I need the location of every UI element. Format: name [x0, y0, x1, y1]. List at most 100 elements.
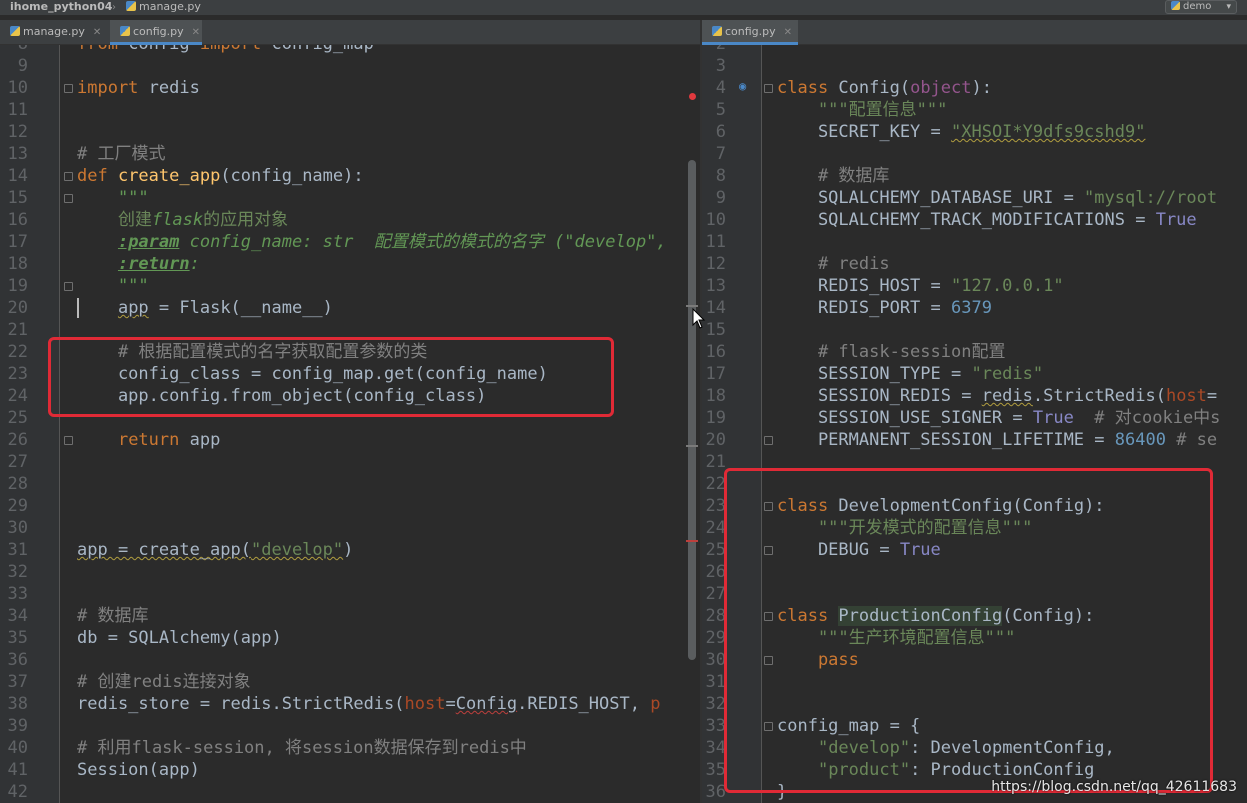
tab-label: manage.py: [23, 25, 85, 38]
fold-marker-icon[interactable]: [764, 84, 773, 93]
fold-marker-icon[interactable]: [64, 172, 73, 181]
code-line[interactable]: # 数据库: [77, 605, 148, 627]
code-line[interactable]: SESSION_REDIS = redis.StrictRedis(host=: [777, 385, 1217, 407]
code-line[interactable]: SQLALCHEMY_TRACK_MODIFICATIONS = True: [777, 209, 1197, 231]
left-editor-tabs: manage.py ✕ config.py ✕: [0, 20, 700, 45]
highlight-box: [48, 337, 614, 417]
code-line[interactable]: # 工厂模式: [77, 143, 165, 165]
fold-marker-icon[interactable]: [64, 84, 73, 93]
line-number: 19: [7, 276, 28, 296]
code-line[interactable]: REDIS_PORT = 6379: [777, 297, 992, 319]
code-line[interactable]: app = Flask(__name__): [77, 297, 333, 319]
line-number: 26: [705, 562, 726, 582]
line-number: 18: [7, 254, 28, 274]
code-line[interactable]: Session(app): [77, 759, 200, 781]
code-line[interactable]: # flask-session配置: [777, 341, 1006, 363]
line-number: 11: [7, 100, 28, 120]
line-number: 13: [7, 144, 28, 164]
code-line[interactable]: SESSION_TYPE = "redis": [777, 363, 1043, 385]
line-number: 28: [7, 474, 28, 494]
left-editor[interactable]: 8910111213141516171819202122232425262728…: [0, 45, 700, 803]
line-number: 5: [715, 100, 726, 120]
right-editor[interactable]: 2345678910111213141516171819202122232425…: [702, 45, 1247, 803]
code-line[interactable]: SECRET_KEY = "XHSOI*Y9dfs9cshd9": [777, 121, 1146, 143]
line-number: 3: [715, 56, 726, 76]
right-editor-tabs: config.py ✕: [702, 20, 1247, 45]
code-line[interactable]: import redis: [77, 77, 200, 99]
code-line[interactable]: return app: [77, 429, 220, 451]
line-number: 41: [7, 760, 28, 780]
line-number: 34: [705, 738, 726, 758]
python-file-icon: [1171, 1, 1180, 10]
line-number: 22: [7, 342, 28, 362]
code-line[interactable]: 创建flask的应用对象: [77, 209, 288, 231]
override-indicator-icon[interactable]: ◉: [739, 79, 753, 93]
tab-label: config.py: [725, 25, 776, 38]
line-number: 34: [7, 606, 28, 626]
code-line[interactable]: """配置信息""": [777, 99, 947, 121]
code-line[interactable]: class Config(object):: [777, 77, 992, 99]
code-line[interactable]: """: [77, 187, 149, 209]
code-line[interactable]: # 数据库: [777, 165, 889, 187]
line-number: 37: [7, 672, 28, 692]
tab-manage-py[interactable]: manage.py ✕: [0, 20, 108, 45]
line-number: 30: [705, 650, 726, 670]
line-number: 13: [705, 276, 726, 296]
scroll-marker: [686, 540, 698, 542]
code-line[interactable]: def create_app(config_name):: [77, 165, 364, 187]
line-number: 8: [715, 166, 726, 186]
close-icon[interactable]: ✕: [192, 21, 200, 45]
python-file-icon: [126, 1, 136, 11]
close-icon[interactable]: ✕: [784, 21, 792, 45]
scroll-marker: [686, 445, 698, 447]
run-config-dropdown[interactable]: demo ▾: [1165, 0, 1237, 14]
line-number: 32: [7, 562, 28, 582]
tab-config-py-right[interactable]: config.py ✕: [702, 20, 798, 45]
code-line[interactable]: redis_store = redis.StrictRedis(host=Con…: [77, 693, 660, 715]
line-number: 21: [7, 320, 28, 340]
line-number: 29: [7, 496, 28, 516]
vertical-scrollbar[interactable]: [688, 160, 696, 660]
line-number: 22: [705, 474, 726, 494]
code-line[interactable]: SQLALCHEMY_DATABASE_URI = "mysql://root: [777, 187, 1217, 209]
breadcrumb-file-label: manage.py: [139, 0, 201, 13]
fold-marker-icon[interactable]: [64, 436, 73, 445]
line-number: 42: [7, 782, 28, 802]
line-number: 27: [7, 452, 28, 472]
code-line[interactable]: PERMANENT_SESSION_LIFETIME = 86400 # se: [777, 429, 1217, 451]
breadcrumb-file[interactable]: manage.py: [126, 0, 201, 16]
error-indicator-icon: [689, 93, 696, 100]
code-line[interactable]: from config import config_map: [77, 45, 374, 55]
line-number: 17: [7, 232, 28, 252]
code-line[interactable]: SESSION_USE_SIGNER = True # 对cookie中s: [777, 407, 1220, 429]
tab-config-py[interactable]: config.py ✕: [110, 20, 202, 45]
code-line[interactable]: :param config_name: str 配置模式的模式的名字 ("dev…: [77, 231, 667, 253]
code-line[interactable]: db = SQLAlchemy(app): [77, 627, 282, 649]
fold-marker-icon[interactable]: [764, 436, 773, 445]
fold-marker-icon[interactable]: [64, 282, 73, 291]
line-number: 17: [705, 364, 726, 384]
breadcrumb-project[interactable]: ihome_python04: [10, 0, 112, 16]
line-number: 14: [7, 166, 28, 186]
code-line[interactable]: app = create_app("develop"): [77, 539, 353, 561]
python-file-icon: [10, 26, 20, 36]
code-line[interactable]: # redis: [777, 253, 890, 275]
line-number: 35: [7, 628, 28, 648]
watermark: https://blog.csdn.net/qq_42611683: [991, 779, 1237, 795]
line-number: 24: [7, 386, 28, 406]
line-number: 7: [715, 144, 726, 164]
code-line[interactable]: """: [77, 275, 149, 297]
line-number: 38: [7, 694, 28, 714]
line-number: 35: [705, 760, 726, 780]
line-number: 39: [7, 716, 28, 736]
code-line[interactable]: :return:: [77, 253, 200, 275]
tab-label: config.py: [133, 25, 184, 38]
fold-marker-icon[interactable]: [64, 194, 73, 203]
line-number: 31: [705, 672, 726, 692]
code-line[interactable]: REDIS_HOST = "127.0.0.1": [777, 275, 1064, 297]
close-icon[interactable]: ✕: [93, 21, 101, 45]
code-line[interactable]: # 利用flask-session, 将session数据保存到redis中: [77, 737, 527, 759]
line-number: 18: [705, 386, 726, 406]
line-number: 9: [17, 56, 28, 76]
code-line[interactable]: # 创建redis连接对象: [77, 671, 251, 693]
